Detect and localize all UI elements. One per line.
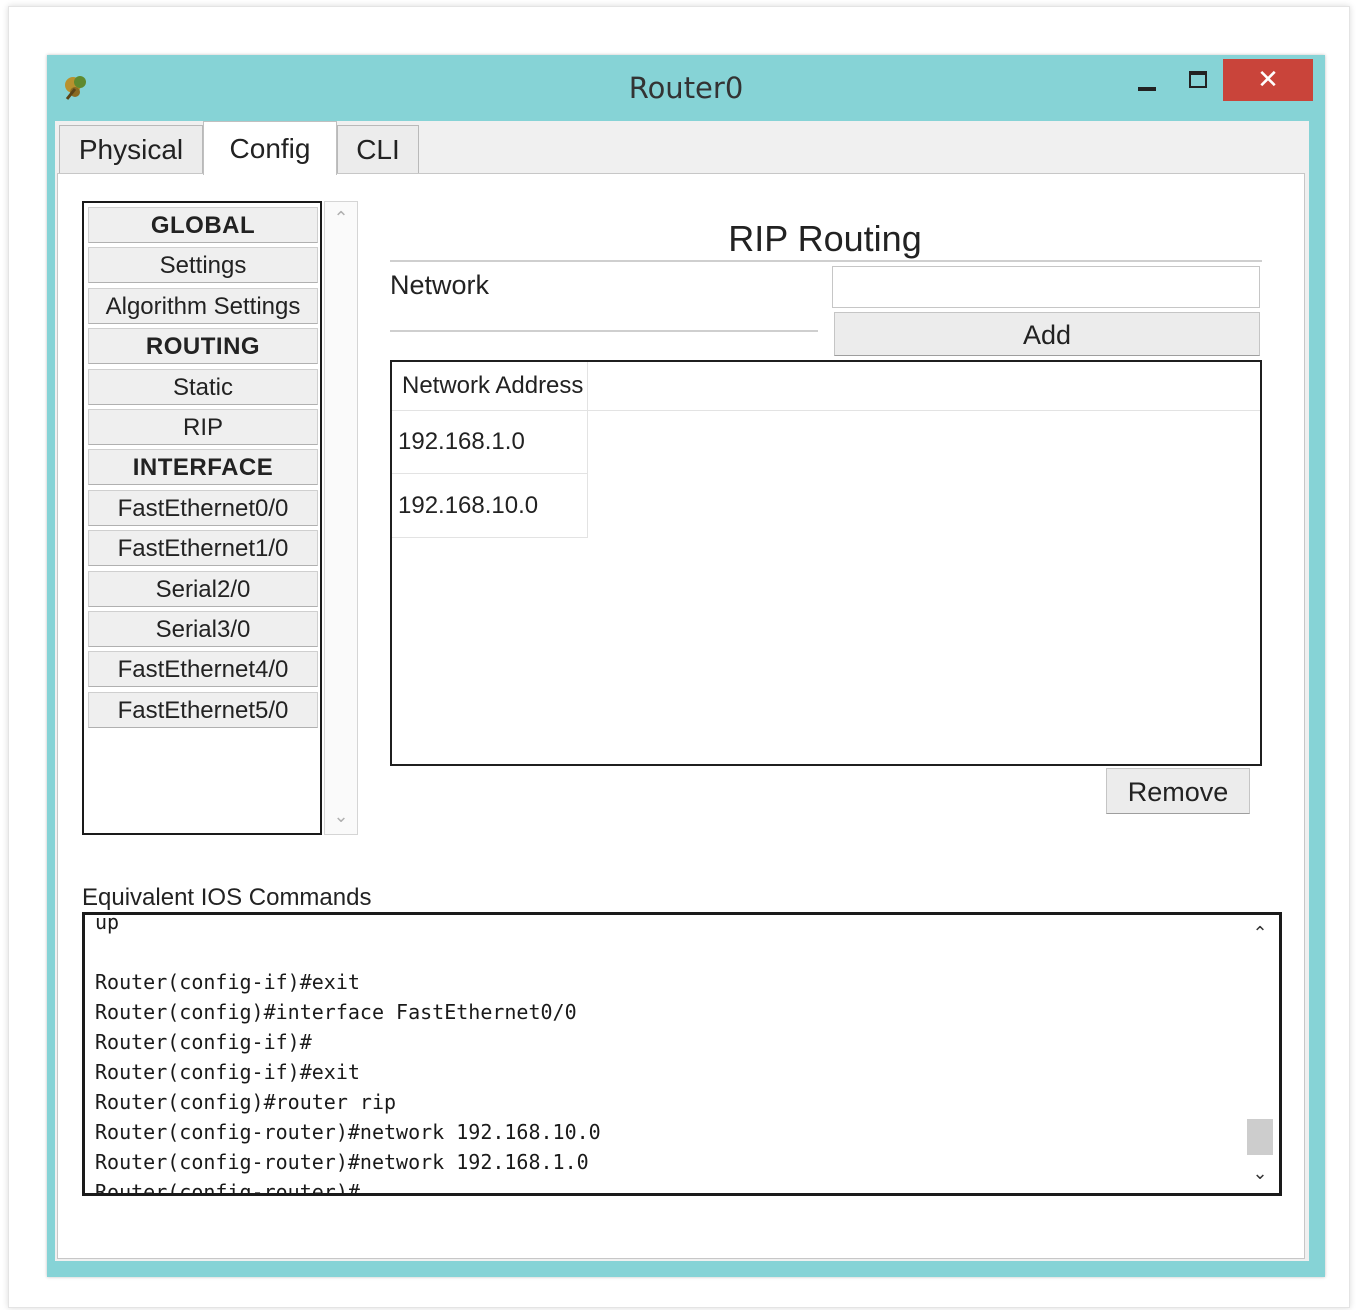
sidebar-item-fastethernet4-0[interactable]: FastEthernet4/0 (88, 651, 318, 687)
scroll-down-icon[interactable]: ⌄ (1243, 1159, 1277, 1189)
sidebar-item-fastethernet5-0[interactable]: FastEthernet5/0 (88, 692, 318, 728)
ios-command-line: Router(config-if)#exit (95, 1060, 360, 1084)
sidebar-item-static[interactable]: Static (88, 369, 318, 405)
config-sidebar: GLOBAL Settings Algorithm Settings ROUTI… (82, 201, 322, 835)
sidebar-item-algorithm-settings[interactable]: Algorithm Settings (88, 288, 318, 324)
column-header-network-address[interactable]: Network Address (392, 362, 588, 410)
ios-command-line: Router(config-if)#exit (95, 970, 360, 994)
minimize-icon[interactable] (1133, 65, 1177, 109)
table-row[interactable]: 192.168.1.0 (392, 410, 588, 474)
ios-command-line: Router(config-if)# (95, 1030, 312, 1054)
sidebar-heading-global: GLOBAL (88, 207, 318, 243)
network-label: Network (390, 270, 490, 300)
network-address-table[interactable]: Network Address 192.168.1.0 192.168.10.0 (390, 360, 1262, 766)
network-input[interactable] (832, 266, 1260, 308)
sidebar-item-settings[interactable]: Settings (88, 247, 318, 283)
router-window: Router0 ✕ Physical Config CLI GLOBAL Set… (47, 55, 1325, 1277)
window-client-area: Physical Config CLI GLOBAL Settings Algo… (55, 121, 1309, 1261)
ios-command-lines: up Router(config-if)#exit Router(config)… (95, 912, 1245, 1196)
ios-commands-label: Equivalent IOS Commands (82, 884, 372, 911)
ios-commands-console[interactable]: up Router(config-if)#exit Router(config)… (82, 912, 1282, 1196)
maximize-icon[interactable] (1183, 67, 1219, 99)
ios-command-line: Router(config-router)#network 192.168.10… (95, 1120, 601, 1144)
sidebar-item-rip[interactable]: RIP (88, 409, 318, 445)
network-address-cell: 192.168.1.0 (398, 428, 525, 455)
scrollbar-thumb[interactable] (1247, 1119, 1273, 1155)
ios-command-line: Router(config)#router rip (95, 1090, 397, 1114)
sidebar-heading-interface: INTERFACE (88, 449, 318, 485)
scroll-up-icon[interactable]: ⌃ (325, 204, 357, 234)
tab-cli[interactable]: CLI (337, 125, 419, 173)
sidebar-item-fastethernet1-0[interactable]: FastEthernet1/0 (88, 530, 318, 566)
ios-command-line: Router(config-router)#network 192.168.1.… (95, 1150, 589, 1174)
ios-command-line: Router(config)#interface FastEthernet0/0 (95, 1000, 577, 1024)
remove-button[interactable]: Remove (1106, 768, 1250, 814)
sidebar-item-serial2-0[interactable]: Serial2/0 (88, 571, 318, 607)
table-row[interactable]: 192.168.10.0 (392, 474, 588, 538)
tab-config[interactable]: Config (203, 121, 337, 175)
add-button[interactable]: Add (834, 312, 1260, 356)
ios-command-line (95, 937, 1245, 967)
ios-scrollbar[interactable]: ⌃ ⌄ (1243, 915, 1277, 1193)
sidebar-item-serial3-0[interactable]: Serial3/0 (88, 611, 318, 647)
scroll-up-icon[interactable]: ⌃ (1243, 919, 1277, 949)
config-panel: GLOBAL Settings Algorithm Settings ROUTI… (57, 173, 1305, 1259)
scroll-down-icon[interactable]: ⌄ (325, 802, 357, 832)
title-divider (390, 260, 1262, 262)
network-address-cell: 192.168.10.0 (398, 492, 539, 519)
sidebar-heading-routing: ROUTING (88, 328, 318, 364)
title-bar[interactable]: Router0 ✕ (47, 55, 1325, 119)
sidebar-scrollbar[interactable]: ⌃ ⌄ (324, 201, 358, 835)
table-header: Network Address (392, 362, 1260, 411)
rip-routing-title: RIP Routing (728, 218, 922, 259)
ios-command-line: up (95, 912, 120, 934)
close-icon[interactable]: ✕ (1223, 59, 1313, 101)
ios-command-line: Router(config-router)# (95, 1180, 360, 1196)
network-divider (390, 330, 818, 332)
tab-physical[interactable]: Physical (59, 125, 203, 173)
sidebar-item-fastethernet0-0[interactable]: FastEthernet0/0 (88, 490, 318, 526)
